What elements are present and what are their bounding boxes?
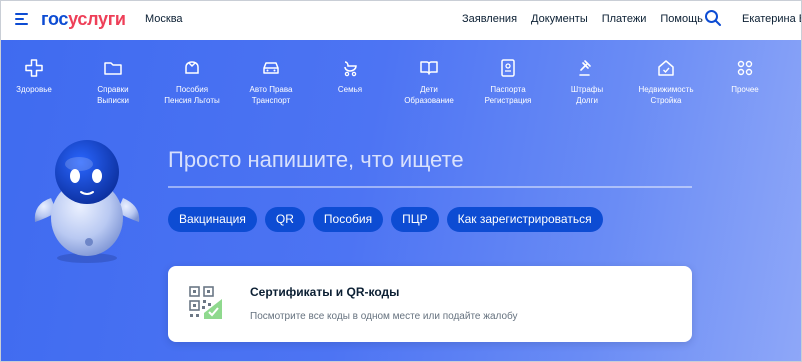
- category-fines[interactable]: Штрафы Долги: [545, 58, 629, 106]
- category-label: Авто Права Транспорт: [249, 85, 293, 105]
- chip-vaccination[interactable]: Вакцинация: [168, 207, 257, 232]
- folder-icon: [104, 62, 122, 75]
- logo-part1: гос: [41, 9, 69, 29]
- category-label: Дети Образование: [404, 85, 454, 105]
- page-frame: госуслуги Москва Заявления Документы Пла…: [0, 0, 802, 362]
- category-other[interactable]: Прочее: [703, 58, 787, 95]
- nav-payments[interactable]: Платежи: [602, 13, 647, 25]
- chip-pcr[interactable]: ПЦР: [391, 207, 439, 232]
- nav-help[interactable]: Помощь: [660, 13, 703, 25]
- category-realty[interactable]: Недвижимость Стройка: [624, 58, 708, 106]
- category-label: Штрафы Долги: [570, 85, 604, 105]
- category-label: Справки Выписки: [97, 85, 129, 105]
- category-label: Здоровье: [16, 85, 52, 94]
- car-icon: [263, 62, 279, 74]
- chip-benefits[interactable]: Пособия: [312, 207, 384, 232]
- category-label: Семья: [337, 85, 363, 94]
- main-nav: Заявления Документы Платежи Помощь: [462, 13, 717, 25]
- card-subtitle: Посмотрите все коды в одном месте или по…: [250, 311, 518, 322]
- menu-icon[interactable]: [15, 13, 29, 25]
- category-passports[interactable]: Паспорта Регистрация: [466, 58, 550, 106]
- category-children[interactable]: Дети Образование: [387, 58, 471, 106]
- search-icon[interactable]: [704, 9, 722, 27]
- book-icon: [420, 61, 438, 75]
- hero-section: Здоровье Справки Выписки Пособия Пенсия …: [1, 40, 801, 361]
- search-input[interactable]: Просто напишите, что ищете: [168, 147, 692, 188]
- gavel-icon: [579, 60, 591, 76]
- qr-certificates-card[interactable]: Сертификаты и QR-коды Посмотрите все код…: [168, 266, 692, 342]
- user-profile[interactable]: Екатерина Б.: [742, 13, 801, 25]
- robot-assistant-icon[interactable]: [29, 126, 147, 266]
- category-certificates[interactable]: Справки Выписки: [71, 58, 155, 106]
- house-icon: [658, 60, 674, 76]
- category-label: Недвижимость Стройка: [638, 85, 694, 105]
- logo-part2: услуги: [68, 9, 126, 29]
- passport-icon: [501, 59, 515, 77]
- chip-qr[interactable]: QR: [264, 207, 305, 232]
- card-title: Сертификаты и QR-коды: [250, 285, 400, 299]
- grid-icon: [737, 60, 753, 76]
- category-label: Паспорта Регистрация: [484, 85, 532, 105]
- nav-documents[interactable]: Документы: [531, 13, 588, 25]
- category-label: Прочее: [731, 85, 759, 94]
- category-family[interactable]: Семья: [308, 58, 392, 95]
- category-auto[interactable]: Авто Права Транспорт: [229, 58, 313, 106]
- chip-how-to-register[interactable]: Как зарегистрироваться: [446, 207, 603, 232]
- cross-icon: [25, 59, 43, 77]
- qr-code-icon: [189, 286, 222, 319]
- wallet-icon: [185, 61, 199, 74]
- top-header: госуслуги Москва Заявления Документы Пла…: [1, 1, 801, 40]
- gosuslugi-logo[interactable]: госуслуги: [41, 9, 126, 29]
- nav-applications[interactable]: Заявления: [462, 13, 517, 25]
- category-benefits[interactable]: Пособия Пенсия Льготы: [150, 58, 234, 106]
- search-underline: [168, 186, 692, 188]
- category-bar: Здоровье Справки Выписки Пособия Пенсия …: [1, 58, 801, 118]
- category-label: Пособия Пенсия Льготы: [164, 85, 220, 105]
- quick-chips: Вакцинация QR Пособия ПЦР Как зарегистри…: [168, 207, 611, 232]
- category-health[interactable]: Здоровье: [1, 58, 76, 95]
- city-selector[interactable]: Москва: [145, 13, 183, 25]
- search-placeholder: Просто напишите, что ищете: [168, 147, 464, 172]
- stroller-icon: [344, 61, 357, 77]
